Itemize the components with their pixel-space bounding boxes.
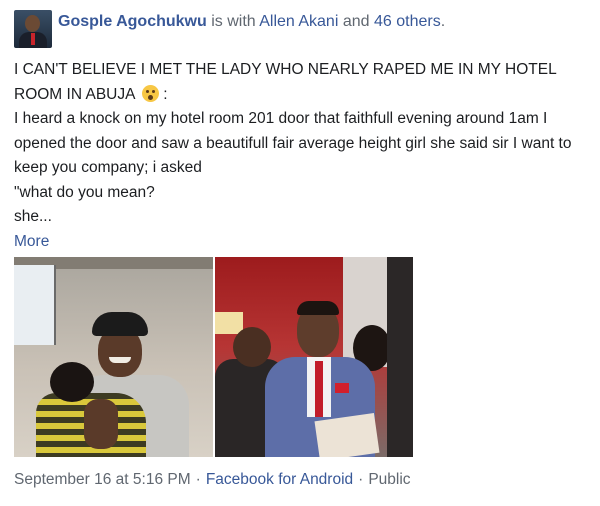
and-text: and [342, 13, 370, 30]
facebook-post: Gosple Agochukwu is with Allen Akani and… [0, 0, 600, 506]
post-header: Gosple Agochukwu is with Allen Akani and… [14, 10, 445, 48]
photo2-right-person [387, 257, 413, 457]
avatar-tie [31, 33, 35, 45]
photo1-arm [84, 399, 118, 449]
post-photo-1[interactable] [14, 257, 213, 457]
footer-separator-1: · [195, 471, 201, 488]
post-header-text: Gosple Agochukwu is with Allen Akani and… [58, 12, 445, 32]
author-name-link[interactable]: Gosple Agochukwu [58, 13, 207, 30]
photo1-man-smile [109, 357, 131, 363]
avatar-face [25, 15, 40, 32]
body-line-3: she... [14, 208, 52, 225]
photo2-folder [314, 413, 380, 457]
shocked-face-icon [141, 84, 159, 102]
author-avatar[interactable] [14, 10, 52, 48]
headline-suffix: : [163, 85, 168, 103]
header-period: . [440, 13, 446, 30]
photo1-girl-hair [50, 362, 94, 402]
post-footer: September 16 at 5:16 PM · Facebook for And… [14, 470, 411, 490]
post-photo-2[interactable] [215, 257, 413, 457]
tagged-person-link[interactable]: Allen Akani [259, 13, 338, 30]
others-link[interactable]: 46 others [374, 13, 441, 30]
post-headline: I CAN'T BELIEVE I MET THE LADY WHO NEARL… [14, 58, 589, 107]
privacy-label: Public [368, 471, 411, 488]
body-line-1: I heard a knock on my hotel room 201 doo… [14, 110, 572, 176]
photo2-man-hair [297, 301, 339, 315]
photo1-man-cap [92, 312, 148, 336]
photo1-window [14, 265, 56, 345]
photo2-man-tie [315, 361, 323, 417]
see-more-link[interactable]: More [14, 233, 49, 250]
post-timestamp-link[interactable]: September 16 at 5:16 PM [14, 471, 191, 488]
headline-text: I CAN'T BELIEVE I MET THE LADY WHO NEARL… [14, 61, 557, 103]
with-text: is with [211, 13, 256, 30]
photo2-pocket-square [335, 383, 349, 393]
app-source-link[interactable]: Facebook for Android [206, 471, 353, 488]
photo2-left-head [233, 327, 271, 367]
body-line-2: "what do you mean? [14, 183, 155, 201]
post-text: I CAN'T BELIEVE I MET THE LADY WHO NEARL… [14, 58, 589, 254]
photo-grid [14, 257, 413, 457]
footer-separator-2: · [358, 471, 364, 488]
